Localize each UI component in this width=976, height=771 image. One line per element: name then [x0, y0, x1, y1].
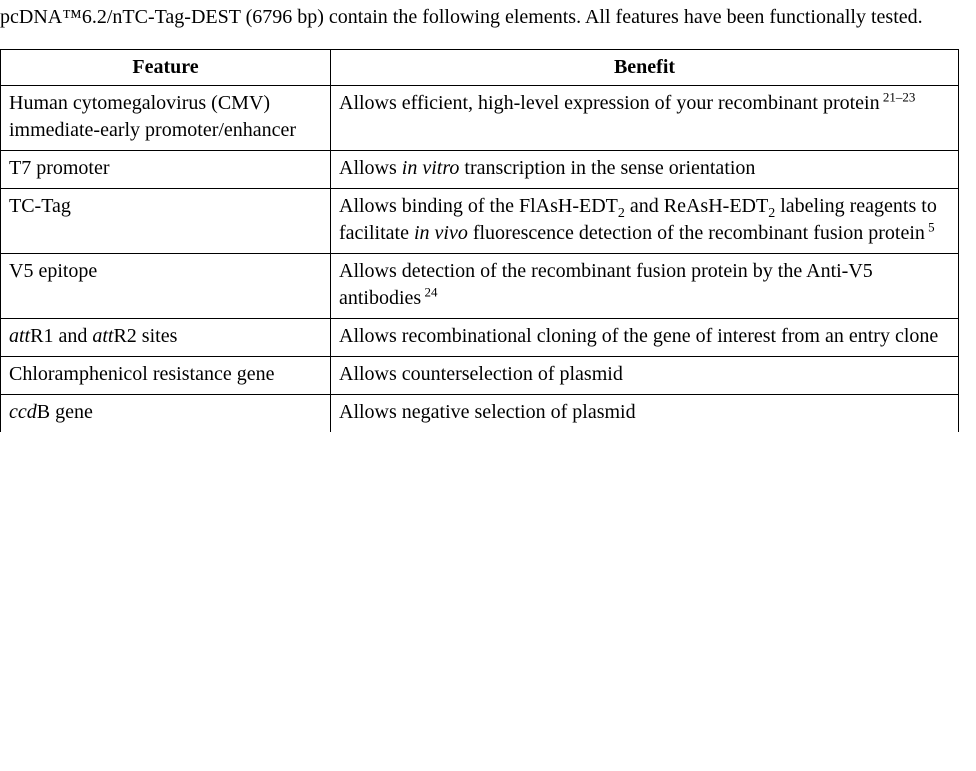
- table-header-row: Feature Benefit: [1, 50, 959, 86]
- ref-sup: 24: [421, 284, 437, 299]
- ref-sup: 5: [925, 219, 935, 234]
- intro-text-post: 6.2/nTC-Tag-DEST (6796 bp) contain the f…: [82, 6, 611, 28]
- table-row: T7 promoter Allows in vitro transcriptio…: [1, 151, 959, 189]
- benefit-text: Allows: [339, 157, 402, 179]
- benefit-text: Allows binding of the FlAsH-EDT: [339, 195, 618, 217]
- feature-cell: T7 promoter: [1, 151, 331, 189]
- benefit-cell: Allows detection of the recombinant fusi…: [331, 254, 959, 319]
- benefit-cell: Allows recombinational cloning of the ge…: [331, 319, 959, 357]
- feature-cell: Chloramphenicol resistance gene: [1, 357, 331, 395]
- intro-text-line2: features have been functionally tested.: [616, 6, 923, 28]
- feature-cell: attR1 and attR2 sites: [1, 319, 331, 357]
- benefit-text: Allows negative selection of plasmid: [339, 401, 636, 423]
- table-row: V5 epitope Allows detection of the recom…: [1, 254, 959, 319]
- benefit-text: fluorescence detection of the recombinan…: [468, 222, 925, 244]
- benefit-text: Allows efficient, high-level expression …: [339, 92, 880, 114]
- feature-cell: ccdB gene: [1, 395, 331, 433]
- feature-text: R2 sites: [113, 325, 177, 347]
- table-row: Human cytomegalovirus (CMV) immediate-ea…: [1, 86, 959, 151]
- ref-sup: 21–23: [880, 89, 916, 104]
- subscript: 2: [618, 206, 625, 221]
- italic-text: in vitro: [402, 157, 460, 179]
- benefit-cell: Allows in vitro transcription in the sen…: [331, 151, 959, 189]
- header-benefit: Benefit: [331, 50, 959, 86]
- feature-text: R1 and: [30, 325, 92, 347]
- italic-text: in vivo: [414, 222, 468, 244]
- features-table: Feature Benefit Human cytomegalovirus (C…: [0, 49, 959, 432]
- table-row: TC-Tag Allows binding of the FlAsH-EDT2 …: [1, 189, 959, 254]
- benefit-text: Allows detection of the recombinant fusi…: [339, 260, 873, 309]
- italic-text: ccd: [9, 401, 37, 423]
- benefit-cell: Allows efficient, high-level expression …: [331, 86, 959, 151]
- benefit-text: and ReAsH-EDT: [625, 195, 768, 217]
- benefit-cell: Allows counterselection of plasmid: [331, 357, 959, 395]
- benefit-cell: Allows binding of the FlAsH-EDT2 and ReA…: [331, 189, 959, 254]
- benefit-text: transcription in the sense orientation: [459, 157, 755, 179]
- table-row: ccdB gene Allows negative selection of p…: [1, 395, 959, 433]
- intro-text-pre: pcDNA: [0, 6, 62, 28]
- feature-cell: Human cytomegalovirus (CMV) immediate-ea…: [1, 86, 331, 151]
- italic-text: att: [9, 325, 30, 347]
- italic-text: att: [92, 325, 113, 347]
- table-row: attR1 and attR2 sites Allows recombinati…: [1, 319, 959, 357]
- benefit-text: Allows recombinational cloning of the ge…: [339, 325, 938, 347]
- benefit-cell: Allows negative selection of plasmid: [331, 395, 959, 433]
- header-feature: Feature: [1, 50, 331, 86]
- table-row: Chloramphenicol resistance gene Allows c…: [1, 357, 959, 395]
- intro-paragraph: pcDNA™6.2/nTC-Tag-DEST (6796 bp) contain…: [0, 4, 970, 31]
- benefit-text: Allows counterselection of plasmid: [339, 363, 623, 385]
- feature-cell: V5 epitope: [1, 254, 331, 319]
- trademark-symbol: ™: [62, 6, 82, 28]
- feature-text: B gene: [37, 401, 93, 423]
- feature-cell: TC-Tag: [1, 189, 331, 254]
